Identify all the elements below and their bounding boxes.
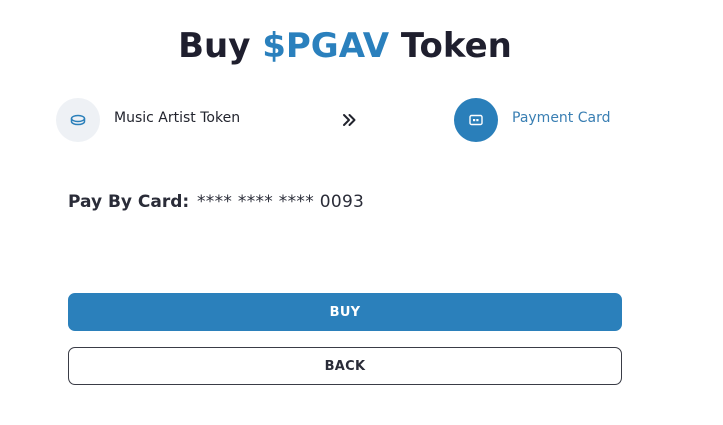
conversion-steps: Music Artist Token Payment Card bbox=[0, 98, 723, 142]
buy-token-page: Buy $PGAV Token Music Artist Token Payme… bbox=[0, 0, 723, 425]
card-icon bbox=[454, 98, 498, 142]
pay-by-card-label: Pay By Card: bbox=[68, 192, 190, 212]
masked-card-number: **** **** **** 0093 bbox=[197, 192, 365, 212]
back-button[interactable]: BACK bbox=[68, 347, 622, 385]
token-symbol: $PGAV bbox=[262, 26, 390, 66]
page-title: Buy $PGAV Token bbox=[0, 26, 690, 66]
title-suffix: Token bbox=[389, 26, 512, 66]
double-chevron-right-icon bbox=[338, 109, 360, 131]
buy-button[interactable]: BUY bbox=[68, 293, 622, 331]
title-prefix: Buy bbox=[178, 26, 263, 66]
source-token-label: Music Artist Token bbox=[114, 110, 241, 126]
payment-method-label: Payment Card bbox=[512, 110, 611, 126]
coin-icon bbox=[56, 98, 100, 142]
